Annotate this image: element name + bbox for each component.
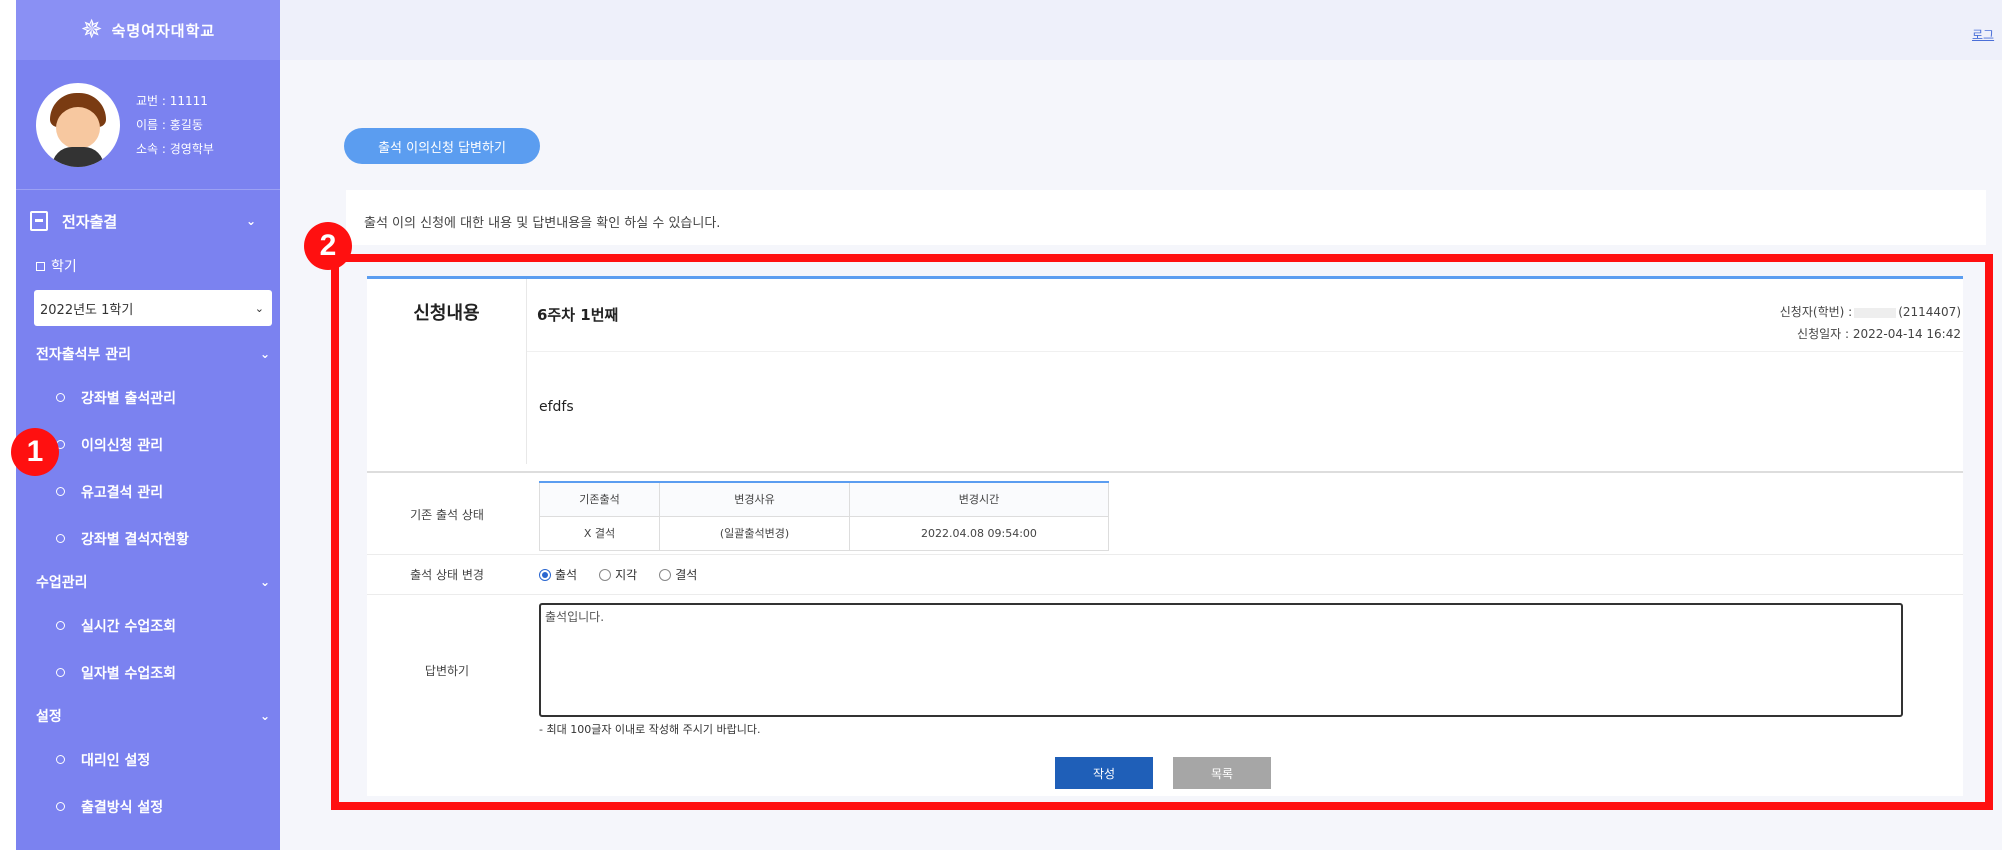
annotation-badge-1: 1 xyxy=(11,428,59,476)
square-bullet-icon xyxy=(36,261,45,271)
chevron-down-icon: ⌄ xyxy=(259,709,270,723)
semester-select-value: 2022년도 1학기 xyxy=(40,302,134,318)
page-description: 출석 이의 신청에 대한 내용 및 답변내용을 확인 하실 수 있습니다. xyxy=(346,190,1986,245)
annotation-badge-2: 2 xyxy=(304,222,352,270)
profile-dept: 소속 : 경영학부 xyxy=(136,141,214,156)
chevron-down-icon: ⌄ xyxy=(254,301,264,315)
menu-group-attendance-book[interactable]: 전자출석부 관리 ⌄ xyxy=(16,334,280,374)
profile-id: 교번 : 11111 xyxy=(136,93,208,108)
login-link[interactable]: 로그 xyxy=(1972,26,2002,43)
sidebar-item-daily-class[interactable]: 일자별 수업조회 xyxy=(16,649,280,696)
annotation-highlight-frame xyxy=(331,254,1993,810)
document-icon xyxy=(30,211,48,231)
logo-text: 숙명여자대학교 xyxy=(111,21,216,40)
sidebar-item-excused-absence[interactable]: 유고결석 관리 xyxy=(16,468,280,515)
circle-bullet-icon xyxy=(56,802,65,811)
circle-bullet-icon xyxy=(56,487,65,496)
sidebar: ✵ 숙명여자대학교 교번 : 11111 이름 : 홍길동 소속 : 경영학부 … xyxy=(16,0,280,850)
circle-bullet-icon xyxy=(56,668,65,677)
circle-bullet-icon xyxy=(56,755,65,764)
menu-section-attendance[interactable]: 전자출결 ⌄ xyxy=(16,190,280,252)
chevron-down-icon: ⌄ xyxy=(259,575,270,589)
menu-group-class[interactable]: 수업관리 ⌄ xyxy=(16,562,280,602)
semester-label: 학기 xyxy=(16,252,280,280)
chevron-down-icon: ⌄ xyxy=(259,347,270,361)
avatar xyxy=(36,82,120,167)
top-bar: 로그 xyxy=(280,0,2002,60)
sidebar-item-proxy-settings[interactable]: 대리인 설정 xyxy=(16,736,280,783)
chevron-down-icon: ⌄ xyxy=(245,214,256,228)
university-logo[interactable]: ✵ 숙명여자대학교 xyxy=(16,0,280,60)
sidebar-item-realtime-class[interactable]: 실시간 수업조회 xyxy=(16,602,280,649)
semester-select[interactable]: 2022년도 1학기 ⌄ xyxy=(34,290,272,326)
profile-name: 이름 : 홍길동 xyxy=(136,117,203,132)
menu-group-settings[interactable]: 설정 ⌄ xyxy=(16,696,280,736)
sidebar-item-attendance-method[interactable]: 출결방식 설정 xyxy=(16,783,280,830)
profile-info: 교번 : 11111 이름 : 홍길동 소속 : 경영학부 xyxy=(136,89,214,161)
circle-bullet-icon xyxy=(56,621,65,630)
menu-section-label: 전자출결 xyxy=(62,212,118,231)
profile-panel: 교번 : 11111 이름 : 홍길동 소속 : 경영학부 xyxy=(16,60,280,190)
sidebar-item-absentee-status[interactable]: 강좌별 결석자현황 xyxy=(16,515,280,562)
sidebar-item-course-attendance[interactable]: 강좌별 출석관리 xyxy=(16,374,280,421)
circle-bullet-icon xyxy=(56,393,65,402)
university-emblem-icon: ✵ xyxy=(80,15,104,45)
circle-bullet-icon xyxy=(56,534,65,543)
page-title: 출석 이의신청 답변하기 xyxy=(344,128,540,164)
